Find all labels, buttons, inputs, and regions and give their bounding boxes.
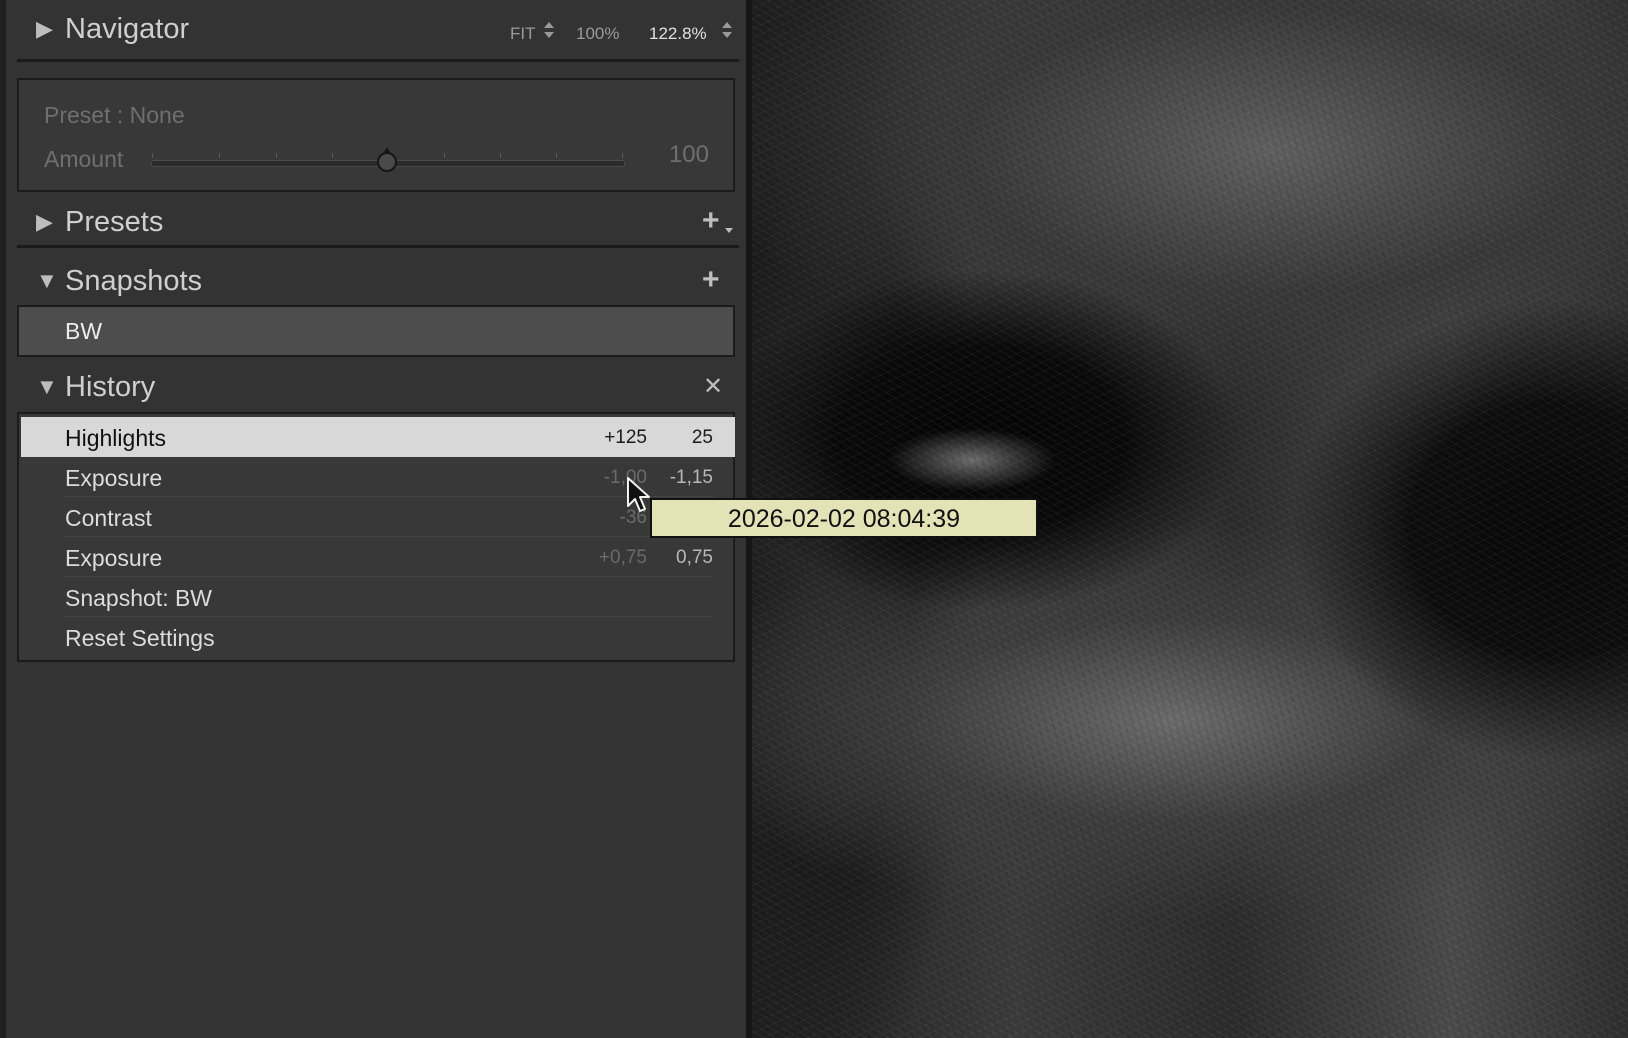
history-item-delta: +125 bbox=[604, 427, 647, 448]
slider-tick bbox=[444, 153, 445, 158]
history-item[interactable]: Reset Settings bbox=[21, 617, 735, 657]
collapse-triangle-icon[interactable]: ▼ bbox=[36, 268, 58, 294]
history-title: History bbox=[65, 371, 156, 403]
history-item[interactable]: Exposure +0,75 0,75 bbox=[21, 537, 735, 577]
panel-divider bbox=[17, 245, 739, 248]
history-item-name: Exposure bbox=[65, 465, 163, 491]
zoom-current-option[interactable]: 122.8% bbox=[649, 24, 707, 44]
history-list: Highlights +125 25 Exposure -1,00 -1,15 … bbox=[17, 412, 735, 662]
slider-tick bbox=[622, 153, 623, 158]
history-item-name: Highlights bbox=[65, 425, 166, 451]
slider-tick bbox=[276, 153, 277, 158]
snapshots-list: BW bbox=[17, 305, 735, 357]
slider-tick bbox=[152, 153, 153, 158]
history-item-value: 25 bbox=[691, 427, 713, 448]
history-item-name: Snapshot: BW bbox=[65, 585, 213, 611]
history-item-name: Reset Settings bbox=[65, 625, 215, 651]
clear-history-close-icon[interactable]: ✕ bbox=[703, 372, 723, 401]
preset-amount-box: Preset : None Amount 100 bbox=[17, 78, 735, 192]
presets-header[interactable]: ▶ Presets + bbox=[18, 197, 740, 247]
slider-tick bbox=[219, 153, 220, 158]
history-header[interactable]: ▼ History ✕ bbox=[18, 362, 740, 412]
amount-label: Amount bbox=[44, 146, 124, 172]
amount-slider-thumb[interactable] bbox=[377, 147, 397, 172]
develop-left-panel: ▶ Navigator FIT 100% 122.8% Preset : Non… bbox=[0, 0, 748, 1038]
add-preset-menu-caret-icon[interactable] bbox=[725, 228, 733, 233]
navigator-header[interactable]: ▶ Navigator FIT 100% 122.8% bbox=[18, 4, 740, 54]
history-item-delta: +0,75 bbox=[598, 547, 647, 568]
preset-label: Preset : None bbox=[44, 102, 185, 128]
history-item[interactable]: Highlights +125 25 bbox=[21, 417, 735, 457]
zoom-100-option[interactable]: 100% bbox=[576, 24, 619, 44]
zoom-fit-stepper-icon[interactable] bbox=[544, 21, 554, 41]
mouse-pointer-icon bbox=[627, 477, 650, 512]
expand-triangle-icon[interactable]: ▶ bbox=[36, 16, 53, 42]
history-timestamp-tooltip: 2026-02-02 08:04:39 bbox=[650, 498, 1038, 538]
expand-triangle-icon[interactable]: ▶ bbox=[36, 209, 53, 235]
zoom-stepper-icon[interactable] bbox=[722, 21, 732, 41]
history-item[interactable]: Snapshot: BW bbox=[21, 577, 735, 617]
presets-title: Presets bbox=[65, 206, 164, 238]
history-item-name: Contrast bbox=[65, 505, 152, 531]
history-item-value: -1,15 bbox=[669, 467, 713, 488]
collapse-triangle-icon[interactable]: ▼ bbox=[36, 374, 58, 400]
zoom-fit-option[interactable]: FIT bbox=[510, 24, 536, 44]
snapshots-title: Snapshots bbox=[65, 265, 203, 297]
slider-tick bbox=[556, 153, 557, 158]
add-preset-icon[interactable]: + bbox=[702, 206, 720, 236]
slider-tick bbox=[332, 153, 333, 158]
panel-edge bbox=[0, 0, 6, 1038]
history-item-value: 0,75 bbox=[676, 547, 713, 568]
slider-tick bbox=[500, 153, 501, 158]
navigator-title: Navigator bbox=[65, 13, 190, 45]
add-snapshot-icon[interactable]: + bbox=[702, 265, 720, 295]
amount-value[interactable]: 100 bbox=[669, 141, 709, 169]
tooltip-text: 2026-02-02 08:04:39 bbox=[727, 505, 961, 533]
snapshots-header[interactable]: ▼ Snapshots + bbox=[18, 256, 740, 306]
history-item-name: Exposure bbox=[65, 545, 163, 571]
panel-divider bbox=[17, 59, 739, 62]
snapshot-item-bw[interactable]: BW bbox=[65, 318, 102, 345]
